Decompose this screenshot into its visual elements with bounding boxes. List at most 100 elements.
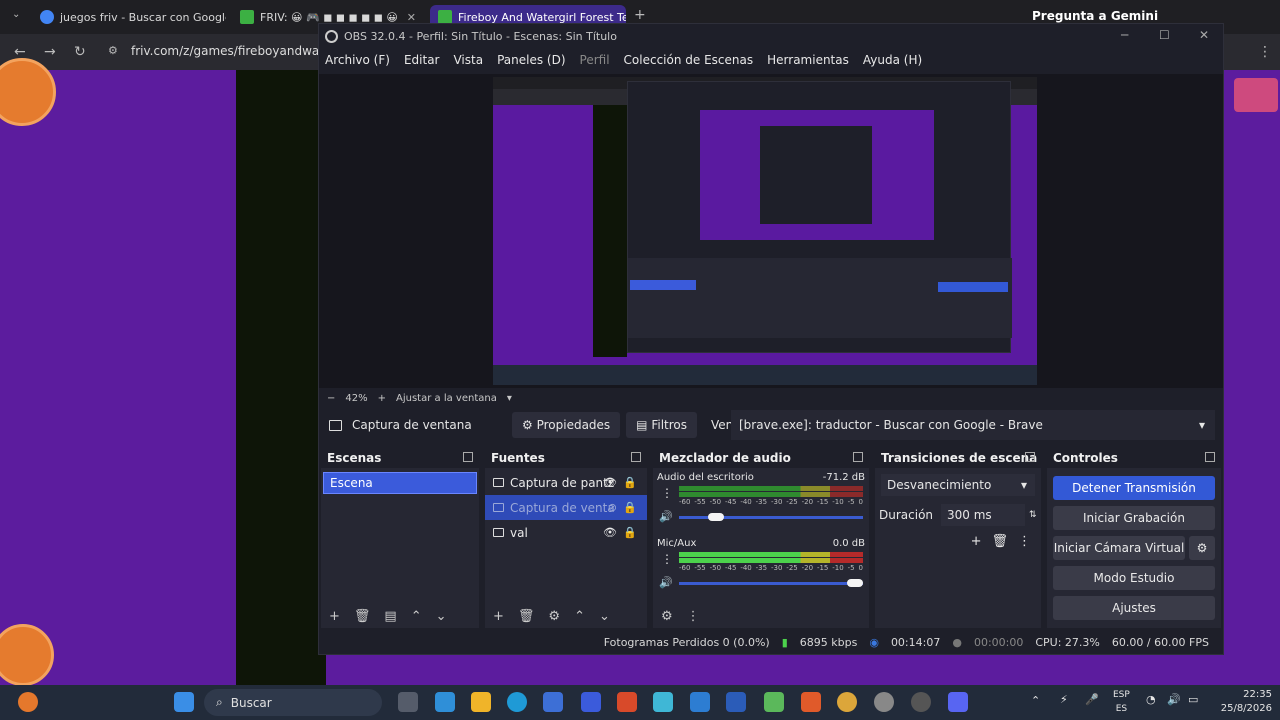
slider-knob[interactable]: [707, 513, 724, 521]
kebab-icon[interactable]: ⋮: [1018, 534, 1031, 549]
gear-icon[interactable]: ⚙: [548, 609, 560, 624]
kebab-icon[interactable]: ⋮: [687, 609, 700, 624]
menu-perfil[interactable]: Perfil: [580, 53, 610, 67]
app-icon[interactable]: [874, 692, 894, 712]
edge-icon[interactable]: [507, 692, 527, 712]
undock-icon[interactable]: [1025, 452, 1035, 462]
stop-stream-button[interactable]: Detener Transmisión: [1053, 476, 1215, 500]
windows-start-icon[interactable]: [174, 692, 194, 712]
start-virtual-camera-button[interactable]: Iniciar Cámara Virtual: [1053, 536, 1185, 560]
chevron-up-icon[interactable]: ⌃: [1031, 694, 1040, 707]
chevron-down-icon[interactable]: ▾: [507, 393, 512, 404]
preview-canvas[interactable]: [493, 77, 1037, 385]
zoom-in-icon[interactable]: +: [378, 393, 386, 404]
menu-coleccion[interactable]: Colección de Escenas: [624, 53, 754, 67]
game-canvas[interactable]: [236, 70, 326, 685]
file-explorer-icon[interactable]: [471, 692, 491, 712]
trash-icon[interactable]: 🗑: [991, 534, 1008, 549]
undock-icon[interactable]: [1205, 452, 1215, 462]
word-icon[interactable]: [726, 692, 746, 712]
close-tab-icon[interactable]: ✕: [407, 11, 416, 24]
menu-archivo[interactable]: Archivo (F): [325, 53, 390, 67]
task-view-icon[interactable]: [398, 692, 418, 712]
eye-icon[interactable]: 👁: [603, 476, 617, 489]
mic-icon[interactable]: 🎤: [1085, 693, 1099, 706]
url-field[interactable]: friv.com/z/games/fireboyandwatergi: [131, 44, 321, 58]
eye-hidden-icon[interactable]: ⊘: [608, 501, 617, 514]
duration-field[interactable]: 300 ms: [941, 504, 1026, 526]
store-icon[interactable]: [543, 692, 563, 712]
copilot-icon[interactable]: [653, 692, 673, 712]
new-tab-icon[interactable]: +: [634, 7, 646, 23]
scene-item[interactable]: Escena: [323, 472, 477, 494]
slider-knob[interactable]: [847, 579, 863, 587]
gemini-button[interactable]: Pregunta a Gemini: [1032, 9, 1158, 23]
add-icon[interactable]: +: [971, 534, 982, 549]
speaker-icon[interactable]: 🔊: [659, 510, 673, 523]
clock[interactable]: 22:35 25/8/2026: [1221, 688, 1272, 716]
brave-icon[interactable]: [801, 692, 821, 712]
volume-icon[interactable]: 🔊: [1167, 693, 1181, 706]
menu-herramientas[interactable]: Herramientas: [767, 53, 849, 67]
close-icon[interactable]: ✕: [1199, 28, 1209, 42]
add-icon[interactable]: +: [329, 609, 340, 624]
site-info-icon[interactable]: ⚙: [108, 44, 118, 57]
lock-icon[interactable]: 🔒: [623, 476, 637, 489]
advanced-audio-icon[interactable]: ⚙: [661, 609, 673, 624]
window-select[interactable]: [brave.exe]: traductor - Buscar con Goog…: [731, 410, 1215, 440]
lock-icon[interactable]: 🔒: [623, 501, 637, 514]
app-icon[interactable]: [18, 692, 38, 712]
menu-paneles[interactable]: Paneles (D): [497, 53, 565, 67]
chrome-icon[interactable]: [837, 692, 857, 712]
browser-tab-1[interactable]: juegos friv - Buscar con Google ✕: [32, 5, 226, 29]
app-icon[interactable]: [764, 692, 784, 712]
menu-editar[interactable]: Editar: [404, 53, 440, 67]
source-item[interactable]: Captura de venta ⊘ 🔒: [485, 495, 647, 520]
forward-icon[interactable]: →: [44, 44, 56, 60]
language-indicator[interactable]: ESP ES: [1113, 688, 1130, 716]
studio-mode-button[interactable]: Modo Estudio: [1053, 566, 1215, 590]
transition-select[interactable]: Desvanecimiento ▾: [881, 474, 1035, 496]
source-item[interactable]: val 👁 🔒: [485, 520, 647, 545]
undock-icon[interactable]: [463, 452, 473, 462]
home-icon[interactable]: [0, 624, 54, 686]
maximize-icon[interactable]: ☐: [1159, 28, 1170, 42]
add-icon[interactable]: +: [493, 609, 504, 624]
start-recording-button[interactable]: Iniciar Grabación: [1053, 506, 1215, 530]
settings-button[interactable]: Ajustes: [1053, 596, 1215, 620]
undock-icon[interactable]: [631, 452, 641, 462]
undock-icon[interactable]: [853, 452, 863, 462]
down-icon[interactable]: ⌄: [599, 609, 610, 624]
filters-button[interactable]: ▤ Filtros: [626, 412, 697, 438]
app-icon[interactable]: [617, 692, 637, 712]
wifi-icon[interactable]: ◔: [1146, 693, 1156, 706]
filter-icon[interactable]: ▤: [384, 609, 396, 624]
minimize-icon[interactable]: ─: [1121, 28, 1128, 42]
menu-vista[interactable]: Vista: [453, 53, 483, 67]
lock-icon[interactable]: 🔒: [623, 526, 637, 539]
tab-list-icon[interactable]: ⌄: [12, 9, 20, 20]
properties-button[interactable]: ⚙ Propiedades: [512, 412, 621, 438]
eye-icon[interactable]: 👁: [603, 526, 617, 539]
up-icon[interactable]: ⌃: [411, 609, 422, 624]
trash-icon[interactable]: 🗑: [518, 609, 535, 624]
vcam-settings-icon[interactable]: ⚙: [1189, 536, 1215, 560]
kebab-icon[interactable]: ⋮: [661, 486, 673, 500]
trash-icon[interactable]: 🗑: [354, 609, 371, 624]
stepper-icon[interactable]: ⇅: [1029, 510, 1037, 520]
menu-ayuda[interactable]: Ayuda (H): [863, 53, 922, 67]
widgets-icon[interactable]: [435, 692, 455, 712]
volume-slider[interactable]: [679, 579, 863, 587]
battery-icon[interactable]: ▭: [1188, 693, 1198, 706]
discord-icon[interactable]: [948, 692, 968, 712]
zoom-out-icon[interactable]: −: [327, 393, 335, 404]
fullscreen-icon[interactable]: [1234, 78, 1278, 112]
reload-icon[interactable]: ↻: [74, 44, 86, 60]
down-icon[interactable]: ⌄: [436, 609, 447, 624]
up-icon[interactable]: ⌃: [574, 609, 585, 624]
kebab-icon[interactable]: ⋮: [661, 552, 673, 566]
network-icon[interactable]: ⚡: [1060, 693, 1068, 706]
obs-icon[interactable]: [911, 692, 931, 712]
source-item[interactable]: Captura de pantz 👁 🔒: [485, 470, 647, 495]
volume-slider[interactable]: [679, 513, 863, 521]
